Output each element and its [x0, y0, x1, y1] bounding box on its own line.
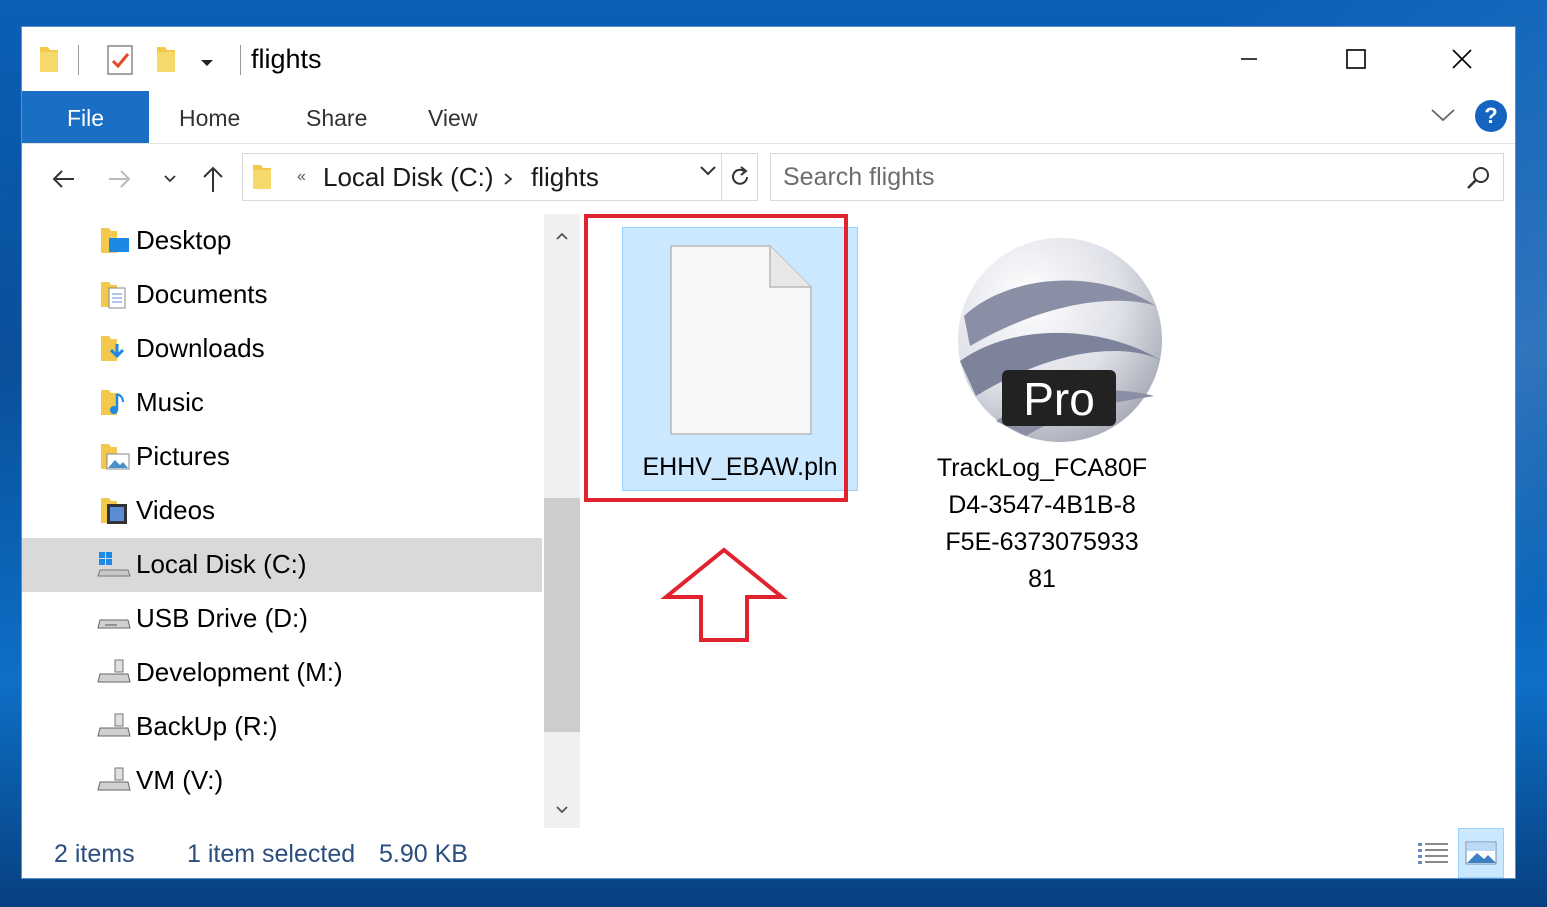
pro-badge: Pro — [1002, 370, 1116, 426]
breadcrumb-local-disk[interactable]: Local Disk (C:) — [323, 162, 493, 193]
folder-icon — [251, 162, 273, 197]
navigation-pane-scrollbar[interactable] — [544, 214, 580, 828]
item-count: 2 items — [54, 840, 135, 868]
breadcrumb-overflow[interactable]: « — [297, 168, 306, 186]
sidebar-item-development[interactable]: Development (M:) — [22, 646, 542, 700]
title-bar: flights — [22, 27, 1515, 91]
network-drive-icon — [97, 766, 131, 796]
ribbon: File Home Share View ? — [22, 91, 1515, 144]
status-bar: 2 items 1 item selected 5.90 KB — [22, 828, 1515, 880]
search-box[interactable]: Search flights — [770, 153, 1504, 201]
videos-folder-icon — [97, 496, 131, 526]
file-name-line: F5E-6373075933 — [945, 528, 1139, 556]
address-bar[interactable]: « Local Disk (C:) flights — [242, 153, 722, 201]
selection-count: 1 item selected — [187, 840, 356, 868]
address-dropdown-icon[interactable] — [699, 164, 717, 182]
sidebar-item-downloads[interactable]: Downloads — [22, 322, 542, 376]
breadcrumb-separator-icon[interactable] — [503, 172, 513, 191]
navigation-pane: Desktop Documents Downloads Music Pictur… — [22, 214, 544, 828]
downloads-folder-icon — [97, 334, 131, 364]
tab-share[interactable]: Share — [306, 91, 367, 143]
back-button[interactable] — [48, 164, 78, 194]
forward-button[interactable] — [105, 164, 135, 194]
scroll-up-icon[interactable] — [555, 228, 569, 246]
scroll-down-icon[interactable] — [555, 802, 569, 820]
desktop-folder-icon — [97, 226, 131, 256]
sidebar-item-backup[interactable]: BackUp (R:) — [22, 700, 542, 754]
properties-icon[interactable] — [106, 43, 134, 82]
file-name-line: TrackLog_FCA80F — [936, 454, 1148, 482]
highlight-box — [584, 214, 848, 502]
sidebar-item-pictures[interactable]: Pictures — [22, 430, 542, 484]
system-drive-icon — [97, 550, 131, 580]
arrow-up-icon — [660, 547, 788, 642]
usb-drive-icon — [97, 604, 131, 634]
sidebar-item-desktop[interactable]: Desktop — [22, 214, 542, 268]
network-drive-icon — [97, 712, 131, 742]
help-button[interactable]: ? — [1475, 100, 1507, 132]
sidebar-item-music[interactable]: Music — [22, 376, 542, 430]
pictures-folder-icon — [97, 442, 131, 472]
selection-size: 5.90 KB — [379, 840, 468, 868]
navigation-bar: « Local Disk (C:) flights Search flights — [22, 144, 1515, 214]
sidebar-item-local-disk[interactable]: Local Disk (C:) — [22, 538, 542, 592]
sidebar-item-usb-drive[interactable]: USB Drive (D:) — [22, 592, 542, 646]
search-placeholder: Search flights — [783, 163, 935, 191]
large-icons-view-button[interactable] — [1458, 828, 1504, 878]
sidebar-item-documents[interactable]: Documents — [22, 268, 542, 322]
network-drive-icon — [97, 658, 131, 688]
tab-file[interactable]: File — [22, 91, 149, 143]
folder-icon[interactable] — [38, 43, 60, 80]
window-title: flights — [251, 44, 322, 74]
file-name-line: 81 — [1028, 565, 1056, 593]
expand-ribbon-icon[interactable] — [1430, 107, 1456, 128]
refresh-button[interactable] — [722, 153, 758, 201]
search-icon[interactable] — [1465, 165, 1491, 196]
details-view-button[interactable] — [1410, 828, 1456, 878]
separator — [78, 45, 79, 75]
documents-folder-icon — [97, 280, 131, 310]
customize-toolbar-icon[interactable] — [200, 55, 214, 73]
scrollbar-thumb[interactable] — [544, 498, 580, 732]
new-folder-icon[interactable] — [155, 43, 177, 80]
file-item-tracklog[interactable]: Pro TrackLog_FCA80F D4-3547-4B1B-8 F5E-6… — [912, 214, 1172, 634]
tab-home[interactable]: Home — [179, 91, 240, 143]
breadcrumb-flights[interactable]: flights — [531, 162, 599, 193]
recent-locations-button[interactable] — [155, 164, 185, 194]
file-name: TrackLog_FCA80F D4-3547-4B1B-8 F5E-63730… — [912, 450, 1172, 598]
minimize-button[interactable] — [1199, 37, 1299, 81]
music-folder-icon — [97, 388, 131, 418]
up-button[interactable] — [198, 164, 228, 194]
sidebar-item-videos[interactable]: Videos — [22, 484, 542, 538]
sidebar-item-vm[interactable]: VM (V:) — [22, 754, 542, 808]
file-name-line: D4-3547-4B1B-8 — [948, 491, 1136, 519]
close-button[interactable] — [1412, 37, 1512, 81]
maximize-button[interactable] — [1306, 37, 1406, 81]
tab-view[interactable]: View — [428, 91, 477, 143]
separator — [240, 45, 241, 75]
